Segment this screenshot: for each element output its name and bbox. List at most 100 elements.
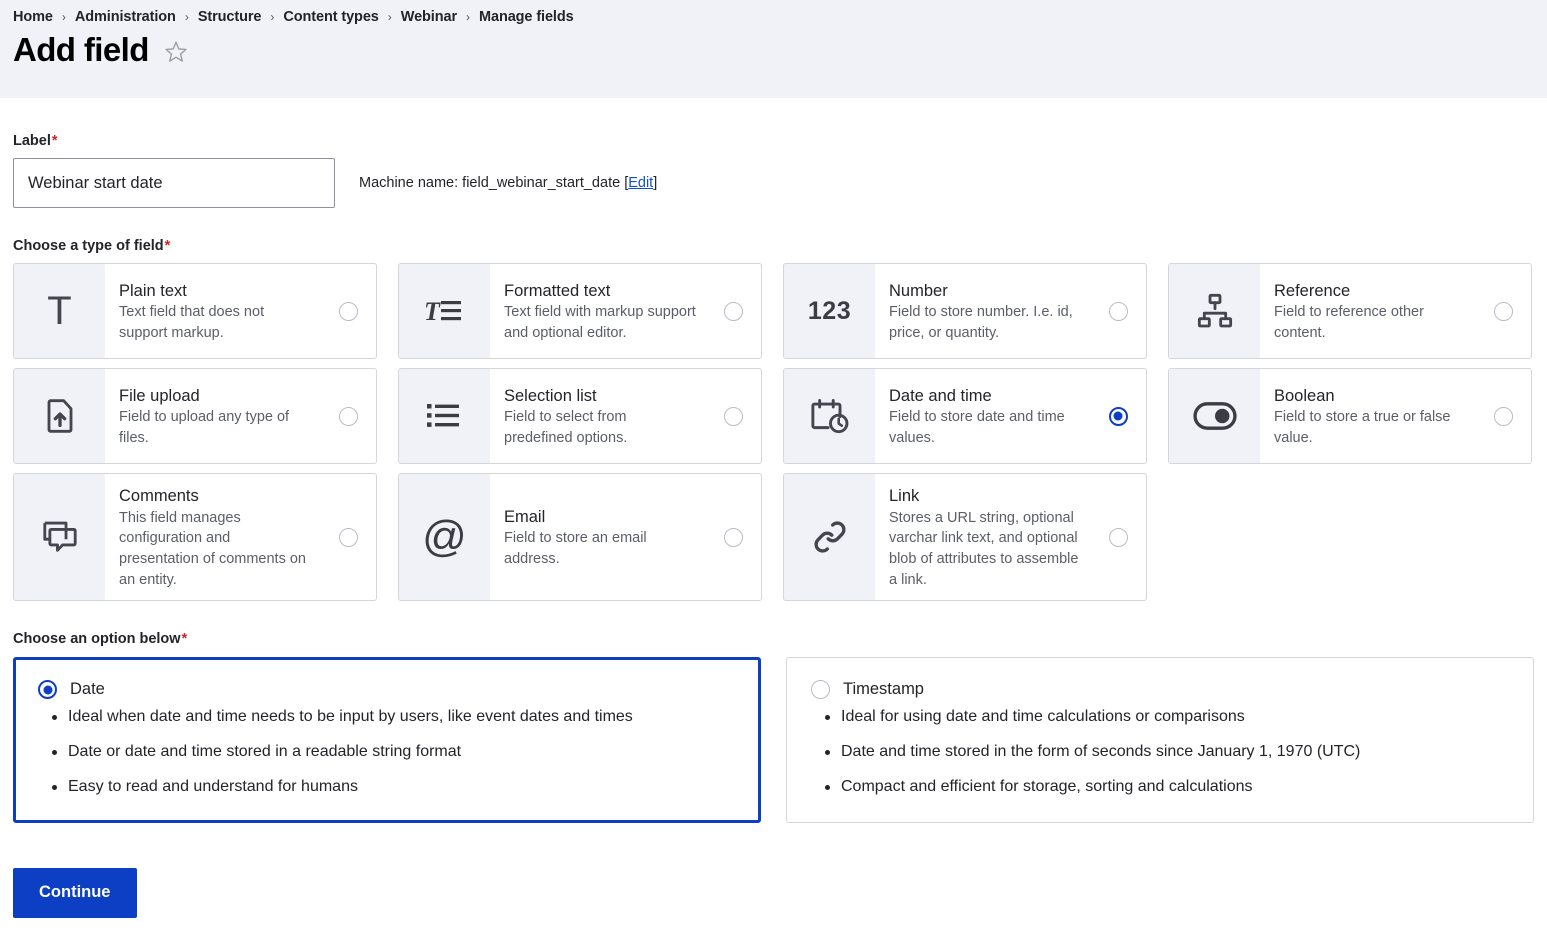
star-outline-icon[interactable] xyxy=(163,39,189,65)
field-type-card-body: Plain text Text field that does not suppo… xyxy=(105,264,320,358)
field-type-card-title: Email xyxy=(504,507,546,526)
field-type-card-number[interactable]: 123 Number Field to store number. I.e. id,… xyxy=(783,263,1147,359)
field-type-card-file-upload[interactable]: File upload Field to upload any type of f… xyxy=(13,368,377,464)
field-type-card-description: This field manages configuration and pre… xyxy=(119,509,306,588)
required-marker: * xyxy=(164,238,171,254)
field-type-card-selection-list[interactable]: Selection list Field to select from prede… xyxy=(398,368,762,464)
selection-list-icon xyxy=(399,369,490,463)
field-type-radio-plain-text[interactable] xyxy=(338,301,358,321)
plain-text-icon: T xyxy=(14,264,105,358)
field-type-card-boolean[interactable]: Boolean Field to store a true or false va… xyxy=(1168,368,1532,464)
field-type-radio-link[interactable] xyxy=(1108,527,1128,547)
field-type-section-label: Choose a type of field* xyxy=(13,238,1534,254)
field-type-card-body: Comments This field manages configuration… xyxy=(105,474,320,600)
field-type-card-description: Field to reference other content. xyxy=(1274,304,1424,341)
field-type-card-title: File upload xyxy=(119,386,200,405)
breadcrumb-separator: › xyxy=(184,9,189,24)
field-type-radio-wrap xyxy=(1090,369,1146,463)
field-type-card-body: File upload Field to upload any type of f… xyxy=(105,369,320,463)
breadcrumb-item-webinar[interactable]: Webinar xyxy=(401,9,457,25)
field-type-label-text: Choose a type of field xyxy=(13,238,164,254)
breadcrumb-item-home[interactable]: Home xyxy=(13,9,53,25)
option-radio-timestamp[interactable] xyxy=(811,680,830,700)
formatted-text-icon: T xyxy=(399,264,490,358)
field-type-card-title: Formatted text xyxy=(504,281,611,300)
field-type-card-formatted-text[interactable]: T Formatted text Text field with markup su… xyxy=(398,263,762,359)
field-type-card-title: Boolean xyxy=(1274,386,1335,405)
field-type-radio-boolean[interactable] xyxy=(1493,406,1513,426)
field-type-radio-formatted-text[interactable] xyxy=(723,301,743,321)
field-type-card-body: Link Stores a URL string, optional varcha… xyxy=(875,474,1090,600)
svg-text:T: T xyxy=(424,297,441,326)
option-bullet: Date and time stored in the form of seco… xyxy=(825,742,1509,763)
field-type-card-plain-text[interactable]: T Plain text Text field that does not supp… xyxy=(13,263,377,359)
field-type-card-title: Selection list xyxy=(504,386,597,405)
option-head: Date xyxy=(38,680,736,700)
field-type-card-description: Field to store number. I.e. id, price, o… xyxy=(889,304,1073,341)
breadcrumb-separator: › xyxy=(61,9,66,24)
page-title: Add field xyxy=(13,31,149,68)
field-type-card-date-and-time[interactable]: Date and time Field to store date and tim… xyxy=(783,368,1147,464)
field-type-card-description: Text field with markup support and optio… xyxy=(504,304,696,341)
field-type-grid: T Plain text Text field that does not supp… xyxy=(13,263,1534,602)
field-type-card-description: Field to store date and time values. xyxy=(889,409,1065,446)
field-type-radio-wrap xyxy=(1090,264,1146,358)
label-input-row: Machine name: field_webinar_start_date [… xyxy=(13,158,1534,208)
option-radio-date[interactable] xyxy=(38,680,57,700)
field-type-radio-wrap xyxy=(320,474,376,600)
field-type-radio-reference[interactable] xyxy=(1493,301,1513,321)
field-type-radio-file-upload[interactable] xyxy=(338,406,358,426)
field-type-radio-wrap xyxy=(705,264,761,358)
breadcrumb-separator: › xyxy=(270,9,275,24)
field-type-radio-wrap xyxy=(1090,474,1146,600)
option-bullet: Ideal when date and time needs to be inp… xyxy=(52,707,736,728)
reference-sitemap-icon xyxy=(1169,264,1260,358)
page-title-row: Add field xyxy=(13,31,1534,68)
option-bullet: Compact and efficient for storage, sorti… xyxy=(825,777,1509,798)
chain-link-icon xyxy=(784,474,875,601)
label-field-label: Label* xyxy=(13,133,1534,149)
label-input[interactable] xyxy=(13,158,335,208)
breadcrumb-item-administration[interactable]: Administration xyxy=(75,9,176,25)
field-type-radio-wrap xyxy=(705,474,761,600)
field-type-card-description: Field to upload any type of files. xyxy=(119,409,290,446)
field-type-radio-comments[interactable] xyxy=(338,527,358,547)
field-type-card-description: Field to select from predefined options. xyxy=(504,409,628,446)
field-type-radio-wrap xyxy=(320,369,376,463)
calendar-clock-icon xyxy=(784,369,875,463)
breadcrumb-item-structure[interactable]: Structure xyxy=(198,9,262,25)
option-bullet: Ideal for using date and time calculatio… xyxy=(825,707,1509,728)
field-type-card-link[interactable]: Link Stores a URL string, optional varcha… xyxy=(783,473,1147,602)
required-marker: * xyxy=(181,631,188,648)
field-type-radio-number[interactable] xyxy=(1108,301,1128,321)
option-title: Date xyxy=(70,680,105,699)
breadcrumb-separator: › xyxy=(466,9,470,24)
option-panel-date[interactable]: Date Ideal when date and time needs to be… xyxy=(13,657,761,823)
field-type-card-body: Number Field to store number. I.e. id, pr… xyxy=(875,264,1090,358)
field-type-card-description: Text field that does not support markup. xyxy=(119,304,265,341)
continue-button[interactable]: Continue xyxy=(13,867,137,918)
field-type-card-title: Comments xyxy=(119,487,199,505)
breadcrumb-separator: › xyxy=(387,9,392,24)
machine-name-edit-link[interactable]: Edit xyxy=(628,175,653,191)
option-bullet: Date or date and time stored in a readab… xyxy=(52,742,736,763)
field-type-card-body: Date and time Field to store date and tim… xyxy=(875,369,1090,463)
breadcrumb-item-content-types[interactable]: Content types xyxy=(283,9,378,25)
field-type-radio-wrap xyxy=(320,264,376,358)
field-type-radio-date-and-time[interactable] xyxy=(1108,406,1128,426)
field-type-card-email[interactable]: @ Email Field to store an email address. xyxy=(398,473,762,602)
option-bullet-list: Ideal for using date and time calculatio… xyxy=(811,707,1509,797)
field-type-radio-selection-list[interactable] xyxy=(723,406,743,426)
field-type-radio-email[interactable] xyxy=(723,527,743,547)
toggle-switch-icon xyxy=(1169,369,1260,463)
option-panel-timestamp[interactable]: Timestamp Ideal for using date and time c… xyxy=(786,657,1534,823)
machine-name: Machine name: field_webinar_start_date [… xyxy=(359,175,657,191)
field-type-card-reference[interactable]: Reference Field to reference other conten… xyxy=(1168,263,1532,359)
field-type-radio-wrap xyxy=(705,369,761,463)
field-type-card-title: Plain text xyxy=(119,281,187,300)
main-content: Label* Machine name: field_webinar_start… xyxy=(0,133,1547,918)
field-type-card-comments[interactable]: Comments This field manages configuration… xyxy=(13,473,377,602)
page-header: Home › Administration › Structure › Content ty… xyxy=(0,0,1547,98)
label-text: Label xyxy=(13,133,51,149)
option-section-label: Choose an option below* xyxy=(13,631,1534,647)
